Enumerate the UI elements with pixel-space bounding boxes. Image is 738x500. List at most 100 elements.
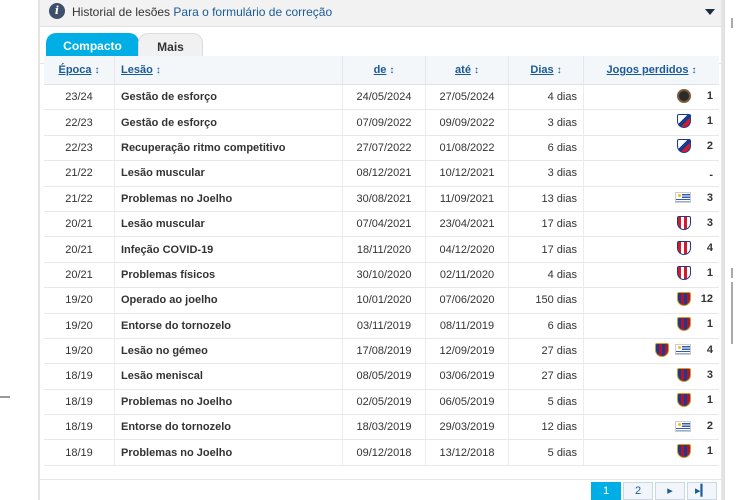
season-cell: 21/22	[44, 186, 115, 212]
injury-cell: Infeção COVID-19	[114, 236, 343, 263]
injury-cell: Problemas físicos	[114, 262, 343, 289]
table-row: 19/20 Lesão no gémeo 17/08/2019 12/09/2019 2…	[44, 338, 719, 365]
box-header: i Historial de lesões Para o formulário …	[40, 0, 721, 27]
days-cell: 27 dias	[508, 338, 584, 365]
games-missed-count: 1	[706, 89, 713, 102]
last-page-icon[interactable]: ▸▎	[687, 482, 717, 500]
atletico-crest-icon[interactable]	[677, 215, 691, 230]
until-date-cell: 02/11/2020	[425, 262, 509, 289]
table-row: 19/20 Entorse do tornozelo 03/11/2019 08/11…	[44, 313, 719, 339]
days-cell: 4 dias	[508, 84, 584, 111]
until-date-cell: 08/11/2019	[425, 313, 509, 339]
page-1-button[interactable]: 1	[591, 482, 621, 500]
season-cell: 20/21	[44, 262, 115, 289]
games-missed-count: 3	[706, 191, 713, 204]
until-date-cell: 23/04/2021	[425, 211, 509, 238]
games-missed-cell: 3	[583, 211, 719, 238]
column-header-injury[interactable]: Lesão ↕	[114, 56, 343, 85]
column-header-until[interactable]: até ↕	[425, 56, 509, 85]
uruguay-flag-icon[interactable]	[675, 344, 691, 356]
table-row: 20/21 Lesão muscular 07/04/2021 23/04/2021 1…	[44, 211, 719, 238]
until-date-cell: 07/06/2020	[425, 287, 509, 314]
days-cell: 6 dias	[508, 313, 584, 339]
sort-icon[interactable]: ↕	[474, 65, 479, 76]
injury-table: Época ↕ Lesão ↕ de ↕ até ↕ Dias ↕ Jogos perdi…	[44, 56, 719, 466]
box-title-text: Historial de lesões	[72, 5, 171, 19]
uruguay-flag-icon[interactable]	[675, 192, 691, 203]
table-row: 18/19 Problemas no Joelho 09/12/2018 13/12/…	[44, 439, 719, 466]
barcelona-crest-icon[interactable]	[677, 393, 691, 408]
atletico-crest-icon[interactable]	[677, 266, 691, 281]
injury-cell: Gestão de esforço	[114, 109, 343, 136]
column-header-days[interactable]: Dias ↕	[508, 56, 584, 85]
table-row: 18/19 Problemas no Joelho 02/05/2019 06/05/…	[44, 389, 719, 416]
barcelona-crest-icon[interactable]	[677, 291, 691, 306]
injury-cell: Recuperação ritmo competitivo	[114, 135, 343, 162]
column-header-season[interactable]: Época ↕	[44, 56, 115, 85]
season-cell: 22/23	[44, 135, 115, 162]
miami-crest-icon[interactable]	[677, 88, 691, 103]
games-missed-count: 1	[706, 115, 713, 128]
box-title: Historial de lesões Para o formulário de…	[72, 5, 332, 19]
season-cell: 23/24	[44, 84, 115, 111]
season-cell: 18/19	[44, 389, 115, 416]
sort-icon[interactable]: ↕	[389, 65, 394, 76]
table-row: 21/22 Lesão muscular 08/12/2021 10/12/2021 3…	[44, 160, 719, 187]
barcelona-crest-icon[interactable]	[677, 317, 691, 332]
until-date-cell: 03/06/2019	[425, 363, 509, 390]
correction-form-link[interactable]: Para o formulário de correção	[173, 5, 332, 19]
barcelona-crest-icon[interactable]	[677, 367, 691, 382]
barcelona-crest-icon[interactable]	[677, 444, 691, 459]
games-missed-cell: 4	[583, 338, 719, 365]
games-missed-count: 2	[706, 420, 713, 433]
sort-icon[interactable]: ↕	[691, 65, 696, 76]
games-missed-count: 1	[706, 394, 713, 407]
from-date-cell: 18/03/2019	[342, 414, 426, 441]
games-missed-cell: 4	[583, 236, 719, 263]
season-cell: 20/21	[44, 211, 115, 238]
until-date-cell: 13/12/2018	[425, 439, 509, 466]
sort-icon[interactable]: ↕	[557, 65, 562, 76]
injury-cell: Gestão de esforço	[114, 84, 343, 111]
until-date-cell: 06/05/2019	[425, 389, 509, 416]
table-row: 23/24 Gestão de esforço 24/05/2024 27/05/20…	[44, 84, 719, 111]
uruguay-flag-icon[interactable]	[675, 420, 691, 432]
column-header-games[interactable]: Jogos perdidos ↕	[583, 56, 719, 85]
atletico-crest-icon[interactable]	[677, 241, 691, 256]
injury-cell: Lesão no gémeo	[114, 338, 343, 365]
from-date-cell: 02/05/2019	[342, 389, 426, 416]
days-cell: 5 dias	[508, 389, 584, 416]
from-date-cell: 07/04/2021	[342, 211, 426, 238]
games-missed-cell: 1	[583, 389, 719, 416]
until-date-cell: 11/09/2021	[425, 186, 509, 212]
from-date-cell: 27/07/2022	[342, 135, 426, 162]
table-row: 20/21 Problemas físicos 30/10/2020 02/11/20…	[44, 262, 719, 289]
from-date-cell: 17/08/2019	[342, 338, 426, 365]
from-date-cell: 30/08/2021	[342, 186, 426, 212]
games-missed-count: 3	[706, 216, 713, 229]
games-missed-count: 4	[706, 343, 713, 356]
days-cell: 3 dias	[508, 160, 584, 187]
caret-down-icon[interactable]	[705, 9, 715, 15]
season-cell: 22/23	[44, 109, 115, 136]
days-cell: 4 dias	[508, 262, 584, 289]
ad-marker	[731, 282, 733, 344]
season-cell: 21/22	[44, 160, 115, 187]
next-page-icon[interactable]: ▸	[655, 482, 685, 500]
column-header-from[interactable]: de ↕	[342, 56, 426, 85]
injury-cell: Problemas no Joelho	[114, 439, 343, 466]
days-cell: 17 dias	[508, 236, 584, 263]
injury-cell: Entorse do tornozelo	[114, 313, 343, 339]
page-2-button[interactable]: 2	[623, 482, 653, 500]
nacional-crest-icon[interactable]	[677, 114, 691, 129]
games-missed-cell: 1	[583, 439, 719, 466]
sort-icon[interactable]: ↕	[95, 65, 100, 76]
games-missed-cell: 2	[583, 135, 719, 162]
sort-icon[interactable]: ↕	[156, 65, 161, 76]
nacional-crest-icon[interactable]	[677, 139, 691, 154]
injury-cell: Entorse do tornozelo	[114, 414, 343, 441]
season-cell: 19/20	[44, 313, 115, 339]
barcelona-crest-icon[interactable]	[655, 342, 669, 357]
table-body: 23/24 Gestão de esforço 24/05/2024 27/05/20…	[44, 84, 719, 466]
table-row: 18/19 Entorse do tornozelo 18/03/2019 29/03…	[44, 414, 719, 441]
